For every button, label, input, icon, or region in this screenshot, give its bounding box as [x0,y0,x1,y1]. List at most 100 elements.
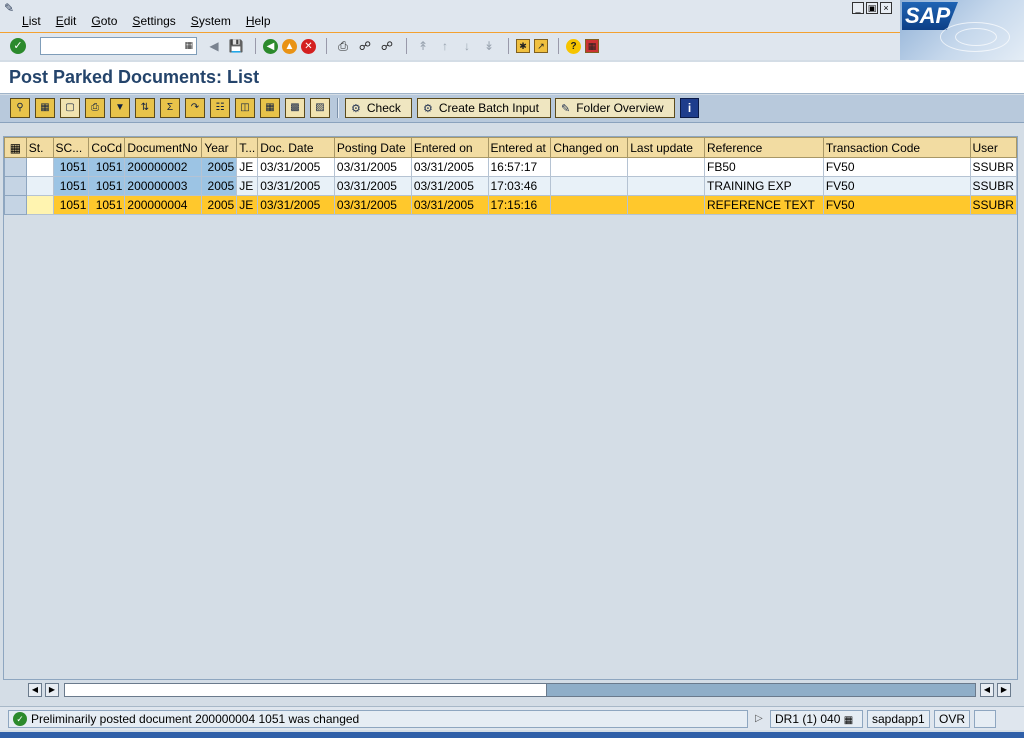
cell-reference: TRAINING EXP [703,176,824,196]
cell-entered-on: 03/31/2005 [410,176,489,196]
first-page-icon[interactable]: ↟ [414,38,432,54]
column-header-doc-date[interactable]: Doc. Date [257,137,335,158]
total-icon[interactable]: Σ [160,98,180,118]
table-row[interactable]: 1051 1051 200000002 2005 JE 03/31/2005 0… [4,157,1017,177]
column-header-last-update[interactable]: Last update [627,137,705,158]
minimize-icon[interactable]: _ [852,2,864,14]
column-header-posting-date[interactable]: Posting Date [333,137,412,158]
cell-type: JE [236,195,259,215]
cell-documentno: 200000002 [124,157,203,177]
close-window-icon[interactable]: × [880,2,892,14]
scroll-left-icon[interactable]: ◀ [28,683,42,697]
menu-help[interactable]: Help [246,14,271,28]
command-field[interactable]: ▦ [40,37,197,55]
create-session-icon[interactable]: ✱ [516,39,530,53]
next-page-icon[interactable]: ↓ [458,38,476,54]
column-header-year[interactable]: Year [201,137,238,158]
standard-toolbar: ✓ ▦ ◀ 💾 ◀ ▲ ✕ ⎙ ☍ ☍ ↟ ↑ ↓ ↡ ✱ ↗ ? ▦ [0,32,900,60]
system-info-field[interactable]: DR1 (1) 040 ▦ [770,710,863,728]
grid-icon[interactable]: ▦ [260,98,280,118]
filter-icon[interactable]: ▼ [110,98,130,118]
menu-system[interactable]: System [191,14,231,28]
table-row-selected[interactable]: 1051 1051 200000004 2005 JE 03/31/2005 0… [4,195,1017,215]
input-mode-field[interactable]: OVR [934,710,970,728]
column-header-entered-on[interactable]: Entered on [410,137,489,158]
choose-layout-icon[interactable]: ▨ [310,98,330,118]
shortcut-icon[interactable]: ↗ [534,39,548,53]
row-selector[interactable] [4,157,27,177]
status-expand-icon[interactable]: ▷ [755,713,763,724]
enter-check-icon[interactable]: ✓ [10,38,26,54]
sort-icon[interactable]: ⇅ [135,98,155,118]
cell-status [25,195,54,215]
cell-sc: 1051 [52,176,90,196]
find-next-icon[interactable]: ☍ [378,38,396,54]
menu-goto[interactable]: Goto [91,14,117,28]
column-header-sc[interactable]: SC... [52,137,90,158]
print-icon[interactable]: ⎙ [334,38,352,54]
horizontal-scrollbar[interactable]: ◀ ▶ ◀ ▶ [28,683,1018,697]
scroll-track[interactable] [64,683,976,697]
cell-entered-at: 17:15:16 [487,195,552,215]
change-layout-icon[interactable]: ◫ [235,98,255,118]
print-preview-icon[interactable]: ⎙ [85,98,105,118]
title-bar: Post Parked Documents: List [0,62,1024,94]
row-selector[interactable] [4,176,27,196]
table-row[interactable]: 1051 1051 200000003 2005 JE 03/31/2005 0… [4,176,1017,196]
check-button[interactable]: ⚙ Check [345,98,412,118]
menu-list[interactable]: List [22,14,41,28]
spreadsheet-icon[interactable]: ☷ [210,98,230,118]
column-header-cocd[interactable]: CoCd [88,137,126,158]
column-header-transaction-code[interactable]: Transaction Code [822,137,971,158]
arrow-left-icon[interactable]: ◀ [205,38,223,54]
find-icon[interactable]: ☍ [356,38,374,54]
create-batch-input-button[interactable]: ⚙ Create Batch Input [417,98,551,118]
column-header-changed-on[interactable]: Changed on [550,137,629,158]
column-header-entered-at[interactable]: Entered at [487,137,552,158]
menu-edit[interactable]: Edit [56,14,77,28]
column-header-user[interactable]: User [969,137,1017,158]
select-all-icon[interactable]: ▦ [35,98,55,118]
cell-transaction-code: FV50 [822,176,971,196]
success-icon: ✓ [13,712,27,726]
command-history-icon[interactable]: ▦ [184,40,193,51]
column-header-st[interactable]: St. [25,137,54,158]
system-info-list-icon[interactable]: ▦ [844,715,853,726]
folder-overview-button[interactable]: ✎ Folder Overview [555,98,675,118]
exit-icon[interactable]: ▲ [282,38,297,54]
batch-input-label: Create Batch Input [438,101,539,115]
scroll-right-end-icon[interactable]: ▶ [997,683,1011,697]
details-icon[interactable]: ⚲ [10,98,30,118]
back-icon[interactable]: ◀ [263,38,278,54]
column-header-reference[interactable]: Reference [703,137,824,158]
deselect-all-icon[interactable]: ▢ [60,98,80,118]
column-header-type[interactable]: T... [236,137,259,158]
export-icon[interactable]: ↷ [185,98,205,118]
toolbar-separator [508,38,510,54]
menu-settings[interactable]: Settings [132,14,175,28]
cell-transaction-code: FV50 [822,195,971,215]
save-layout-icon[interactable]: ▩ [285,98,305,118]
cell-last-update [627,195,705,215]
cell-user: SSUBR [969,176,1017,196]
scroll-left-end-icon[interactable]: ◀ [980,683,994,697]
restore-icon[interactable]: ▣ [866,2,878,14]
layout-menu-icon[interactable]: ▦ [585,39,599,53]
row-selector[interactable] [4,195,27,215]
system-menu-icon[interactable]: ✎ [4,1,18,15]
column-header-documentno[interactable]: DocumentNo [124,137,203,158]
scroll-thumb[interactable] [65,684,547,696]
cell-user: SSUBR [969,157,1017,177]
last-page-icon[interactable]: ↡ [480,38,498,54]
select-all-rows-icon[interactable]: ▦ [4,137,27,158]
previous-page-icon[interactable]: ↑ [436,38,454,54]
cell-entered-at: 16:57:17 [487,157,552,177]
status-message[interactable]: ✓ Preliminarily posted document 20000000… [8,710,748,728]
cancel-icon[interactable]: ✕ [301,38,316,54]
help-icon[interactable]: ? [566,38,581,54]
info-icon[interactable]: i [680,98,699,118]
scroll-right-icon[interactable]: ▶ [45,683,59,697]
cell-status [25,157,54,177]
toolbar-separator [337,98,339,118]
save-icon[interactable]: 💾 [227,38,245,54]
